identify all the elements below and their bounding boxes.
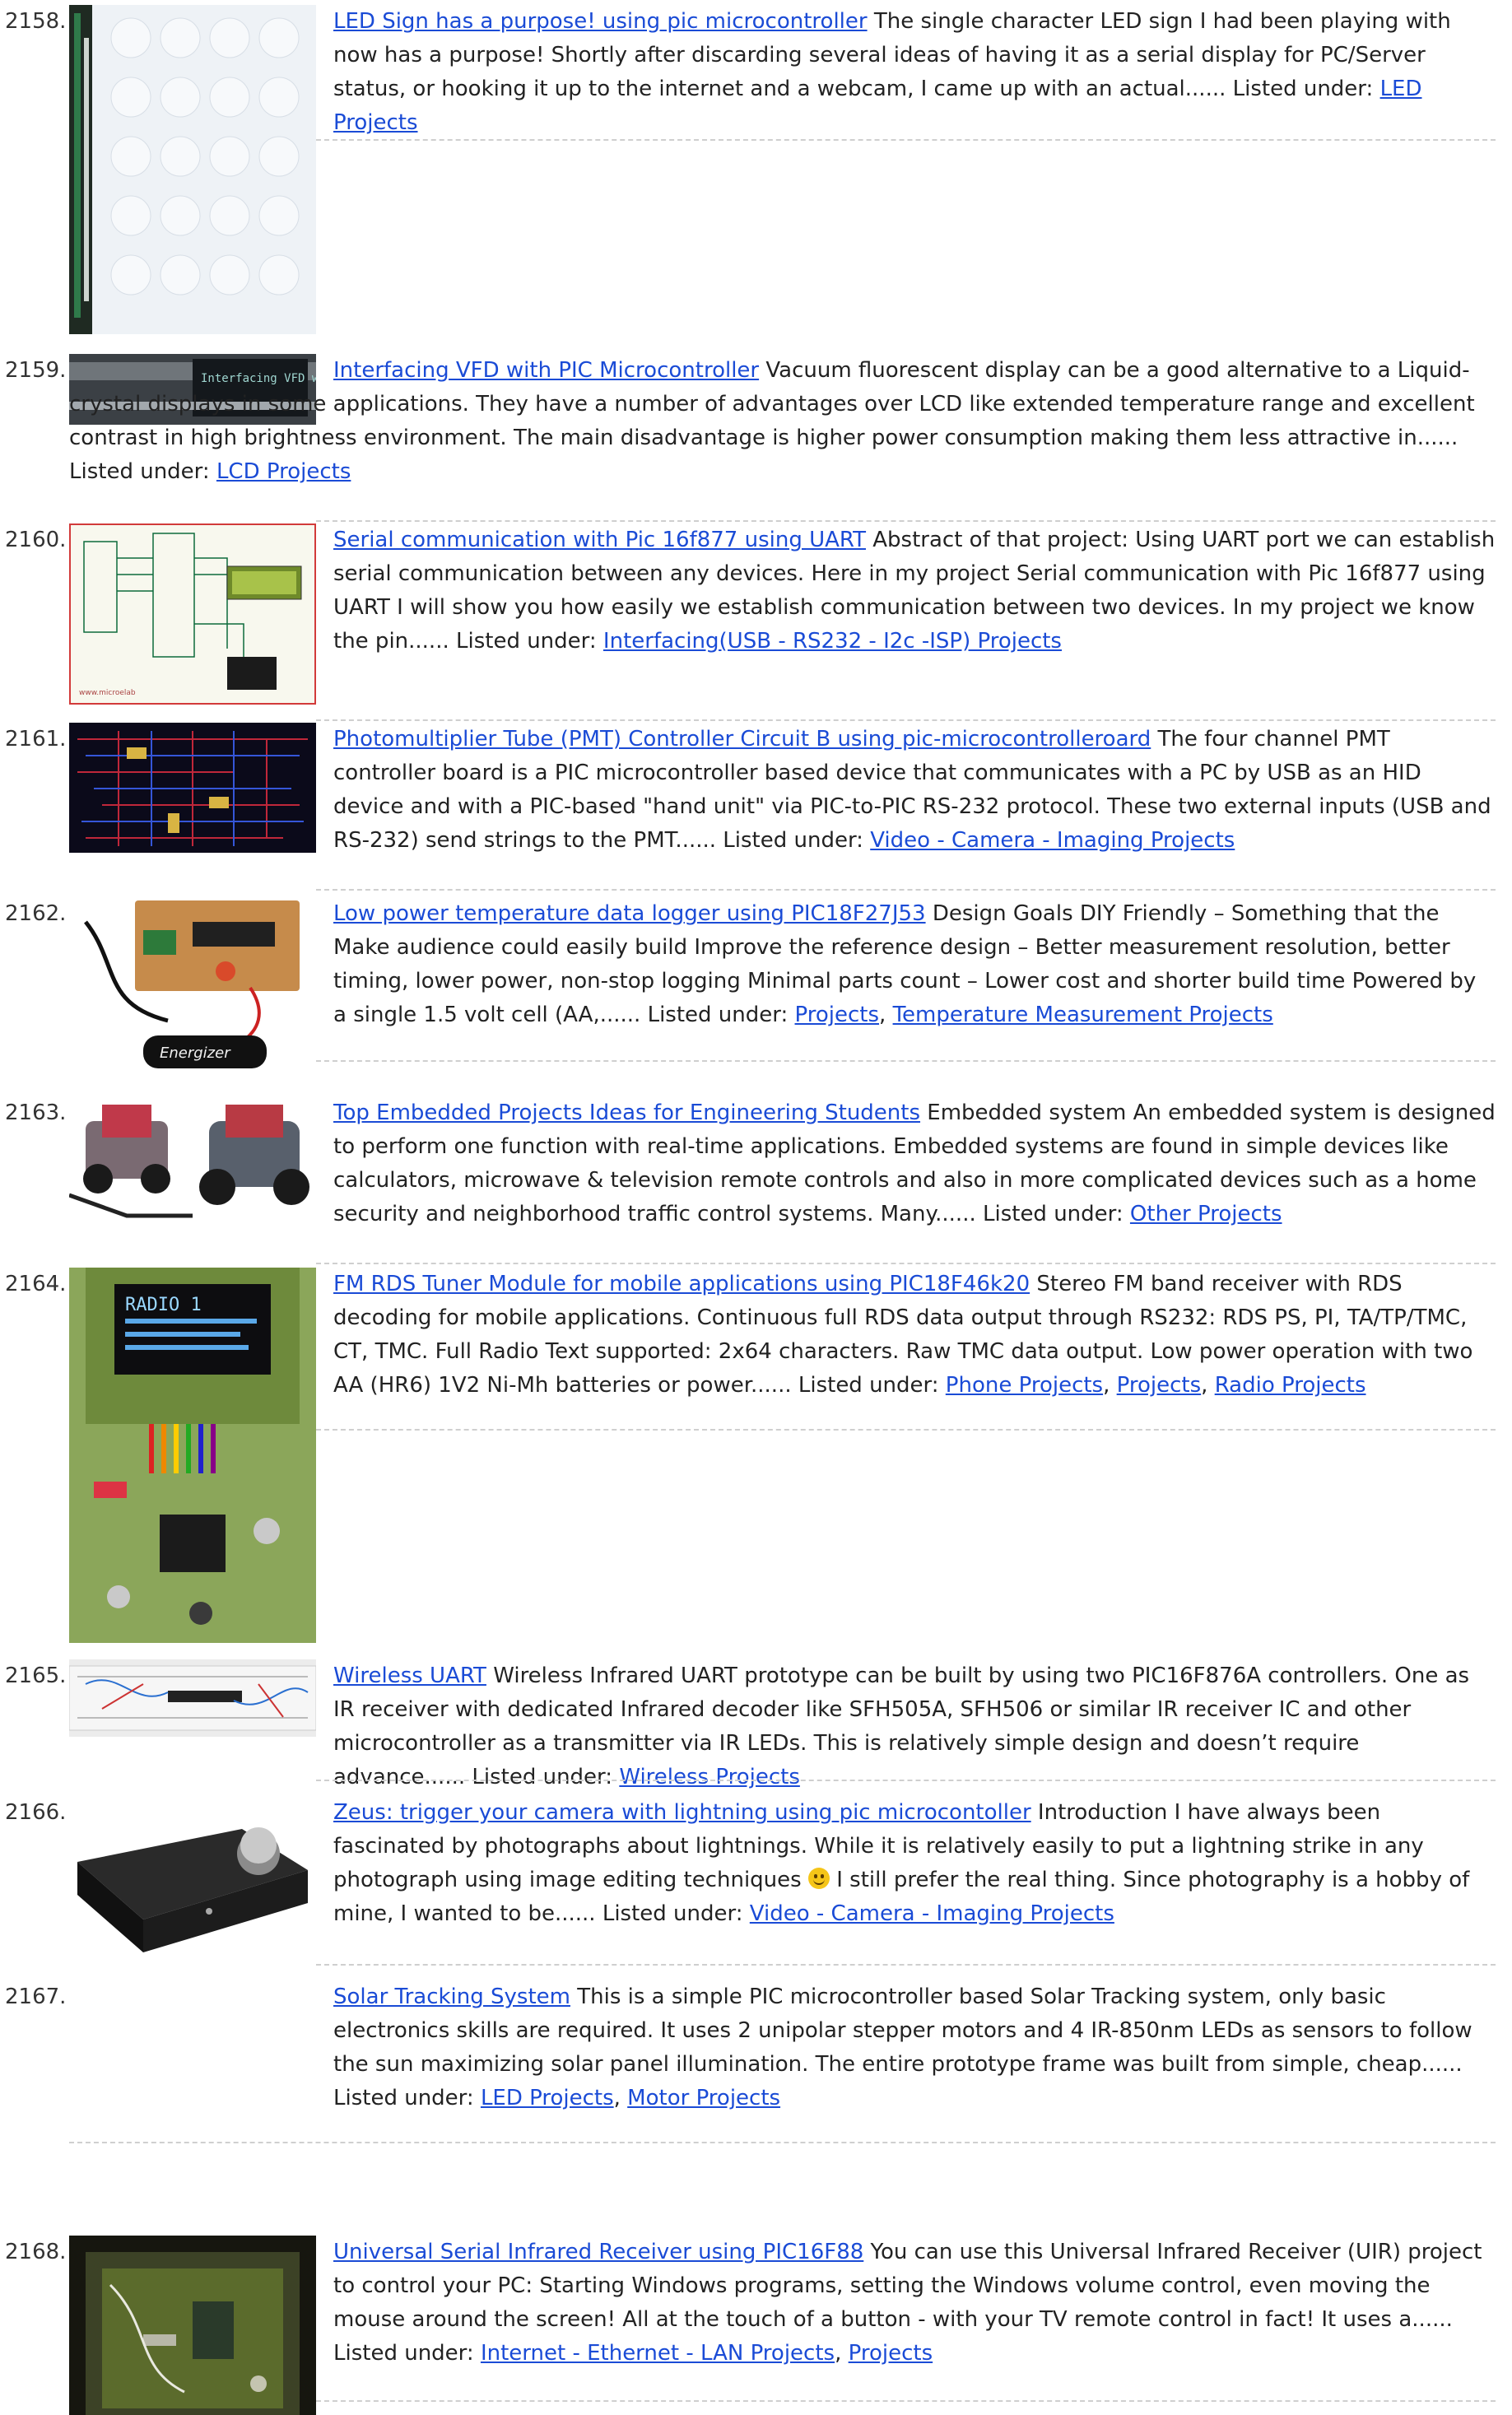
divider bbox=[316, 1060, 1496, 1062]
list-item: 2161. Photomultiplier Tube (PMT) Control… bbox=[0, 723, 1512, 891]
entry-title-link[interactable]: Top Embedded Projects Ideas for Engineer… bbox=[333, 1100, 920, 1125]
entry-number: 2162. bbox=[5, 901, 67, 926]
entry-number: 2164. bbox=[5, 1272, 67, 1296]
entry-number: 2161. bbox=[5, 727, 67, 751]
entry-number: 2163. bbox=[5, 1100, 67, 1125]
category-link[interactable]: Projects bbox=[849, 2341, 933, 2366]
category-link[interactable]: Projects bbox=[1117, 1373, 1202, 1398]
entry-text: Photomultiplier Tube (PMT) Controller Ci… bbox=[333, 723, 1496, 858]
category-link[interactable]: Motor Projects bbox=[627, 2086, 780, 2110]
entry-title-link[interactable]: Low power temperature data logger using … bbox=[333, 901, 926, 926]
svg-text:Energizer: Energizer bbox=[160, 1045, 231, 1062]
entry-number: 2158. bbox=[5, 9, 67, 34]
smiley-emoji-icon bbox=[807, 1868, 830, 1889]
entry-text: LED Sign has a purpose! using pic microc… bbox=[333, 5, 1496, 140]
breadboard[interactable] bbox=[69, 1659, 316, 1737]
entry-number: 2165. bbox=[5, 1664, 67, 1688]
list-item: 2165. Wireless UART Wireless Infrared UA… bbox=[0, 1659, 1512, 1791]
divider bbox=[316, 1429, 1496, 1431]
category-link[interactable]: LCD Projects bbox=[216, 459, 351, 484]
divider bbox=[316, 719, 1496, 721]
entry-text: FM RDS Tuner Module for mobile applicati… bbox=[333, 1268, 1496, 1403]
category-separator: , bbox=[1103, 1373, 1117, 1398]
entry-number: 2167. bbox=[5, 1985, 67, 2009]
category-separator: , bbox=[835, 2341, 849, 2366]
svg-text:RADIO 1: RADIO 1 bbox=[125, 1295, 202, 1315]
entry-text: Solar Tracking System This is a simple P… bbox=[333, 1980, 1496, 2115]
entry-number: 2160. bbox=[5, 528, 67, 552]
category-link[interactable]: Video - Camera - Imaging Projects bbox=[870, 828, 1235, 853]
category-separator: , bbox=[879, 1003, 893, 1027]
entry-title-link[interactable]: Universal Serial Infrared Receiver using… bbox=[333, 2240, 863, 2264]
category-link[interactable]: LED Projects bbox=[481, 2086, 614, 2110]
divider bbox=[316, 1780, 1496, 1781]
data-logger-board[interactable]: Energizer bbox=[69, 897, 316, 1075]
entry-title-link[interactable]: Zeus: trigger your camera with lightning… bbox=[333, 1800, 1031, 1825]
list-item: 2164. RADIO 1 FM RDS Tuner Module for mo… bbox=[0, 1268, 1512, 1646]
divider bbox=[69, 2142, 1496, 2143]
list-item: 2162. Energizer Low power temperature da… bbox=[0, 897, 1512, 1078]
divider bbox=[316, 1263, 1496, 1264]
divider bbox=[316, 889, 1496, 891]
category-link[interactable]: Temperature Measurement Projects bbox=[893, 1003, 1273, 1027]
svg-text:www.microelab: www.microelab bbox=[79, 689, 136, 697]
list-item: 2166. Zeus: trigger your camera with lig… bbox=[0, 1796, 1512, 1966]
entry-title-link[interactable]: Solar Tracking System bbox=[333, 1985, 570, 2009]
category-separator: , bbox=[613, 2086, 628, 2110]
category-link[interactable]: Video - Camera - Imaging Projects bbox=[750, 1901, 1114, 1926]
divider bbox=[316, 2400, 1496, 2402]
entry-text: Zeus: trigger your camera with lightning… bbox=[333, 1796, 1496, 1931]
category-link[interactable]: Phone Projects bbox=[946, 1373, 1103, 1398]
entry-title-link[interactable]: Interfacing VFD with PIC Microcontroller bbox=[333, 358, 759, 383]
entry-description: Wireless Infrared UART prototype can be … bbox=[333, 1664, 1470, 1789]
entry-number: 2166. bbox=[5, 1800, 67, 1825]
led-matrix-photo[interactable] bbox=[69, 5, 316, 334]
entry-number: 2168. bbox=[5, 2240, 67, 2264]
entry-text: Universal Serial Infrared Receiver using… bbox=[333, 2236, 1496, 2371]
entry-text: Low power temperature data logger using … bbox=[333, 897, 1496, 1032]
entry-text: Top Embedded Projects Ideas for Engineer… bbox=[333, 1096, 1496, 1231]
category-link[interactable]: Internet - Ethernet - LAN Projects bbox=[481, 2341, 835, 2366]
entry-text: Serial communication with Pic 16f877 usi… bbox=[333, 523, 1496, 658]
divider bbox=[316, 139, 1496, 141]
category-link[interactable]: Projects bbox=[795, 1003, 880, 1027]
entry-title-link[interactable]: Serial communication with Pic 16f877 usi… bbox=[333, 528, 866, 552]
list-item: 2159. Interfacing VFD with PIC Interfaci… bbox=[0, 354, 1512, 522]
proteus-schematic[interactable]: www.microelab bbox=[69, 523, 316, 705]
entry-number: 2159. bbox=[5, 358, 67, 383]
pcb-layout[interactable] bbox=[69, 723, 316, 853]
entry-title-link[interactable]: LED Sign has a purpose! using pic microc… bbox=[333, 9, 868, 34]
robot-cars[interactable] bbox=[69, 1096, 316, 1220]
entry-text: Wireless UART Wireless Infrared UART pro… bbox=[333, 1659, 1496, 1794]
category-link[interactable]: Radio Projects bbox=[1215, 1373, 1366, 1398]
divider bbox=[316, 1964, 1496, 1966]
category-link[interactable]: Wireless Projects bbox=[619, 1765, 800, 1789]
category-separator: , bbox=[1201, 1373, 1215, 1398]
divider bbox=[316, 520, 1496, 522]
list-item: 2167. Solar Tracking System This is a si… bbox=[0, 1980, 1512, 2143]
entry-title-link[interactable]: Wireless UART bbox=[333, 1664, 486, 1688]
entry-title-link[interactable]: Photomultiplier Tube (PMT) Controller Ci… bbox=[333, 727, 1151, 751]
list-item: 2163. Top Embedded Projects Ideas for En… bbox=[0, 1096, 1512, 1264]
list-item: 2160. www.microelab Serial communication… bbox=[0, 523, 1512, 721]
category-link[interactable]: Other Projects bbox=[1130, 1202, 1282, 1226]
list-item: 2168. Universal Serial Infrared Receiver… bbox=[0, 2236, 1512, 2415]
entry-title-link[interactable]: FM RDS Tuner Module for mobile applicati… bbox=[333, 1272, 1030, 1296]
list-item: 2158. LED Sign has a purpose! using pic … bbox=[0, 5, 1512, 334]
category-link[interactable]: Interfacing(USB - RS232 - I2c -ISP) Proj… bbox=[603, 629, 1062, 654]
black-enclosure[interactable] bbox=[69, 1796, 316, 1957]
entry-text: Interfacing VFD with PIC Microcontroller… bbox=[69, 354, 1496, 489]
fm-rds-board[interactable]: RADIO 1 bbox=[69, 1268, 316, 1643]
ir-receiver-box[interactable] bbox=[69, 2236, 316, 2415]
